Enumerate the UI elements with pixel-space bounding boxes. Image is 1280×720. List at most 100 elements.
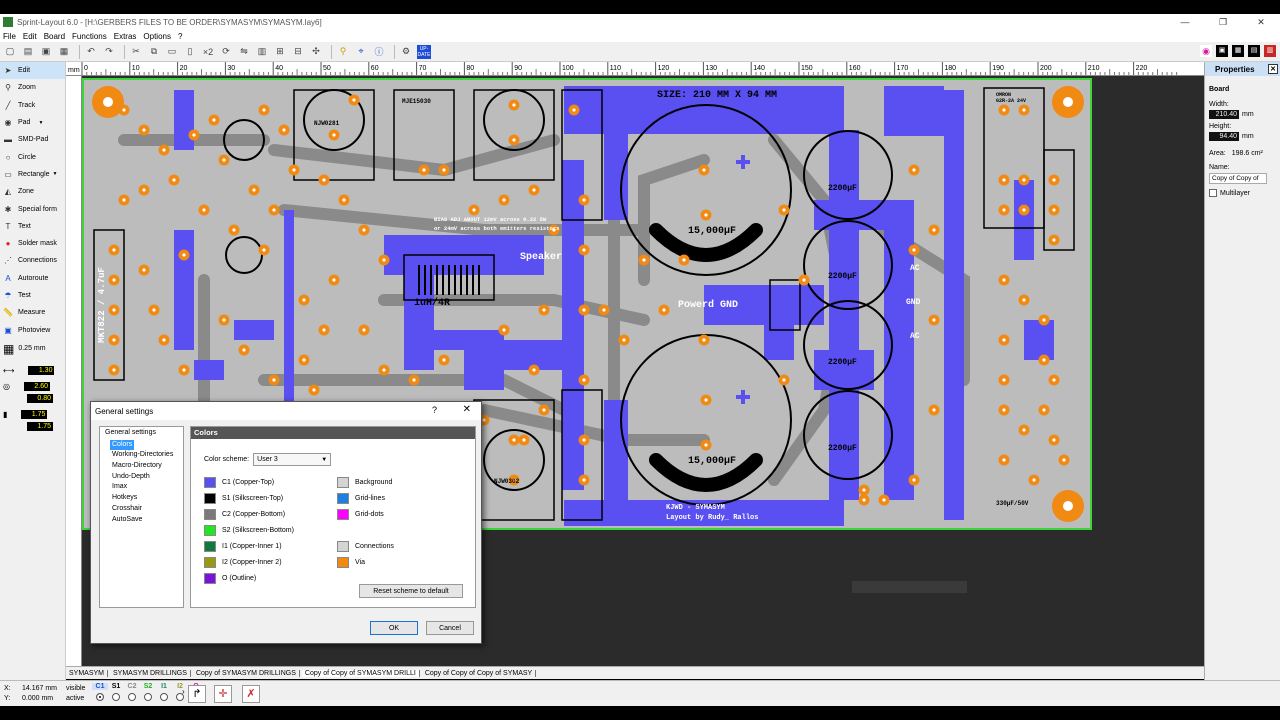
mirror-view-icon[interactable]: ▣ [1216, 45, 1228, 57]
tree-item-crosshair[interactable]: Crosshair [112, 504, 183, 515]
tool-connections[interactable]: ⋰ Connections [0, 252, 65, 269]
tool-edit[interactable]: ➤ Edit [0, 62, 65, 80]
tool-circle[interactable]: ○ Circle [0, 148, 65, 165]
menu-functions[interactable]: Functions [72, 32, 107, 41]
ungroup-icon[interactable]: ⊟ [291, 45, 305, 59]
search-icon[interactable]: ⚲ [336, 45, 350, 59]
dropdown-arrow-icon[interactable]: ▼ [38, 120, 43, 126]
name-field[interactable]: Copy of Copy of [1209, 173, 1267, 184]
multilayer-checkbox[interactable] [1209, 189, 1217, 197]
group-icon[interactable]: ⊞ [273, 45, 287, 59]
close-button[interactable]: ✕ [1242, 14, 1280, 30]
color-swatch[interactable] [204, 557, 216, 568]
crosshair-icon[interactable]: ✛ [214, 685, 232, 703]
smd-width-value[interactable]: 1.75 [21, 410, 48, 420]
menu-edit[interactable]: Edit [23, 32, 37, 41]
drc-check-icon[interactable]: ▤ [1248, 45, 1260, 57]
tool-photoview[interactable]: ▣ Photoview [0, 321, 65, 338]
tree-item-working-directories[interactable]: Working-Directories [112, 450, 183, 461]
color-swatch[interactable] [204, 493, 216, 504]
tool-autoroute[interactable]: A Autoroute [0, 270, 65, 287]
tool-smd-pad[interactable]: ▬ SMD-Pad [0, 131, 65, 148]
height-field[interactable]: 94.40 [1209, 132, 1239, 141]
tree-item-autosave[interactable]: AutoSave [112, 515, 183, 526]
update-button[interactable]: UP- DATE [417, 44, 431, 59]
tool-track[interactable]: ╱ Track [0, 97, 65, 114]
color-row[interactable]: I1 (Copper-Inner 1) [204, 541, 282, 552]
smd-height-value[interactable]: 1.75 [27, 422, 53, 432]
drc-icon[interactable]: ⌖ [354, 45, 368, 59]
rotate-icon[interactable]: ⟳ [219, 45, 233, 59]
color-swatch[interactable] [204, 541, 216, 552]
info-icon[interactable]: ⓘ [372, 45, 386, 59]
layer-active-radio[interactable] [144, 693, 152, 701]
tab-layout[interactable]: Copy of Copy of SYMASYM DRILLI [301, 669, 420, 677]
color-row[interactable]: Grid-dots [337, 509, 384, 520]
tool-zoom[interactable]: ⚲ Zoom [0, 79, 65, 96]
tree-item-colors[interactable]: Colors [110, 439, 135, 451]
tool-solder-mask[interactable]: ● Solder mask [0, 235, 65, 252]
color-row[interactable]: S1 (Silkscreen-Top) [204, 493, 283, 504]
layer-active-radio[interactable] [112, 693, 120, 701]
menu-board[interactable]: Board [44, 32, 65, 41]
tab-layout[interactable]: SYMASYM [66, 669, 109, 677]
tab-layout[interactable]: Copy of SYMASYM DRILLINGS [193, 669, 300, 677]
layer-toggle-s1[interactable]: S1 [108, 683, 124, 701]
smd-height-row[interactable]: 1.75 [0, 421, 65, 433]
mirror-icon[interactable]: ⇋ [237, 45, 251, 59]
pad-size-row[interactable]: ◎ 2.60 [0, 381, 65, 393]
color-swatch[interactable] [204, 477, 216, 488]
tab-layout[interactable]: SYMASYM DRILLINGS [110, 669, 191, 677]
layer-toggle-icon[interactable]: ◉ [1200, 45, 1212, 57]
minimize-button[interactable]: — [1166, 14, 1204, 30]
color-swatch[interactable] [204, 509, 216, 520]
maximize-button[interactable]: ❐ [1204, 14, 1242, 30]
layer-toggle-s2[interactable]: S2 [140, 683, 156, 701]
pad-outer-value[interactable]: 2.60 [23, 382, 50, 392]
align-icon[interactable]: ▥ [255, 45, 269, 59]
ok-button[interactable]: OK [370, 621, 418, 635]
component-icon[interactable]: ✣ [309, 45, 323, 59]
color-row[interactable]: O (Outline) [204, 573, 256, 584]
save-icon[interactable]: ▣ [39, 45, 53, 59]
tool-pad[interactable]: ◉ Pad ▼ [0, 114, 65, 131]
smd-size-row[interactable]: ▮ 1.75 [0, 409, 65, 421]
undo-icon[interactable]: ↶ [84, 45, 98, 59]
duplicate-button[interactable]: ×2 [201, 45, 215, 59]
redo-icon[interactable]: ↷ [102, 45, 116, 59]
color-swatch[interactable] [337, 557, 349, 568]
pad-drill-row[interactable]: 0.80 [0, 393, 65, 405]
layer-active-radio[interactable] [160, 693, 168, 701]
color-swatch[interactable] [204, 525, 216, 536]
color-row[interactable]: S2 (Silkscreen-Bottom) [204, 525, 294, 536]
tree-item-general-settings[interactable]: General settings [105, 428, 183, 439]
menu-extras[interactable]: Extras [114, 32, 137, 41]
menu-help[interactable]: ? [178, 32, 182, 41]
tree-item-undo-depth[interactable]: Undo-Depth [112, 472, 183, 483]
layer-toggle-i2[interactable]: I2 [172, 683, 188, 701]
layer-active-radio[interactable] [96, 693, 104, 701]
no-route-icon[interactable]: ✗ [242, 685, 260, 703]
track-width-value[interactable]: 1.30 [28, 366, 55, 376]
layer-toggle-c1[interactable]: C1 [92, 683, 108, 701]
color-row[interactable]: Grid-lines [337, 493, 385, 504]
cancel-button[interactable]: Cancel [426, 621, 474, 635]
tool-text[interactable]: T Text [0, 218, 65, 235]
close-icon[interactable]: ✕ [1268, 64, 1278, 74]
tool-measure[interactable]: 📏 Measure [0, 304, 65, 321]
tool-zone[interactable]: ◭ Zone [0, 183, 65, 200]
new-file-icon[interactable]: ▢ [3, 45, 17, 59]
color-swatch[interactable] [337, 541, 349, 552]
tool-special-form[interactable]: ✱ Special form [0, 200, 65, 217]
print-icon[interactable]: ▦ [57, 45, 71, 59]
dialog-close-button[interactable]: ✕ [463, 404, 471, 415]
color-swatch[interactable] [337, 493, 349, 504]
layer-toggle-c2[interactable]: C2 [124, 683, 140, 701]
color-row[interactable]: C2 (Copper-Bottom) [204, 509, 285, 520]
tree-item-macro-directory[interactable]: Macro-Directory [112, 461, 183, 472]
color-row[interactable]: Via [337, 557, 365, 568]
color-swatch[interactable] [204, 573, 216, 584]
help-button[interactable]: ? [432, 405, 437, 415]
menu-file[interactable]: File [3, 32, 16, 41]
tool-test[interactable]: ☂ Test [0, 287, 65, 304]
